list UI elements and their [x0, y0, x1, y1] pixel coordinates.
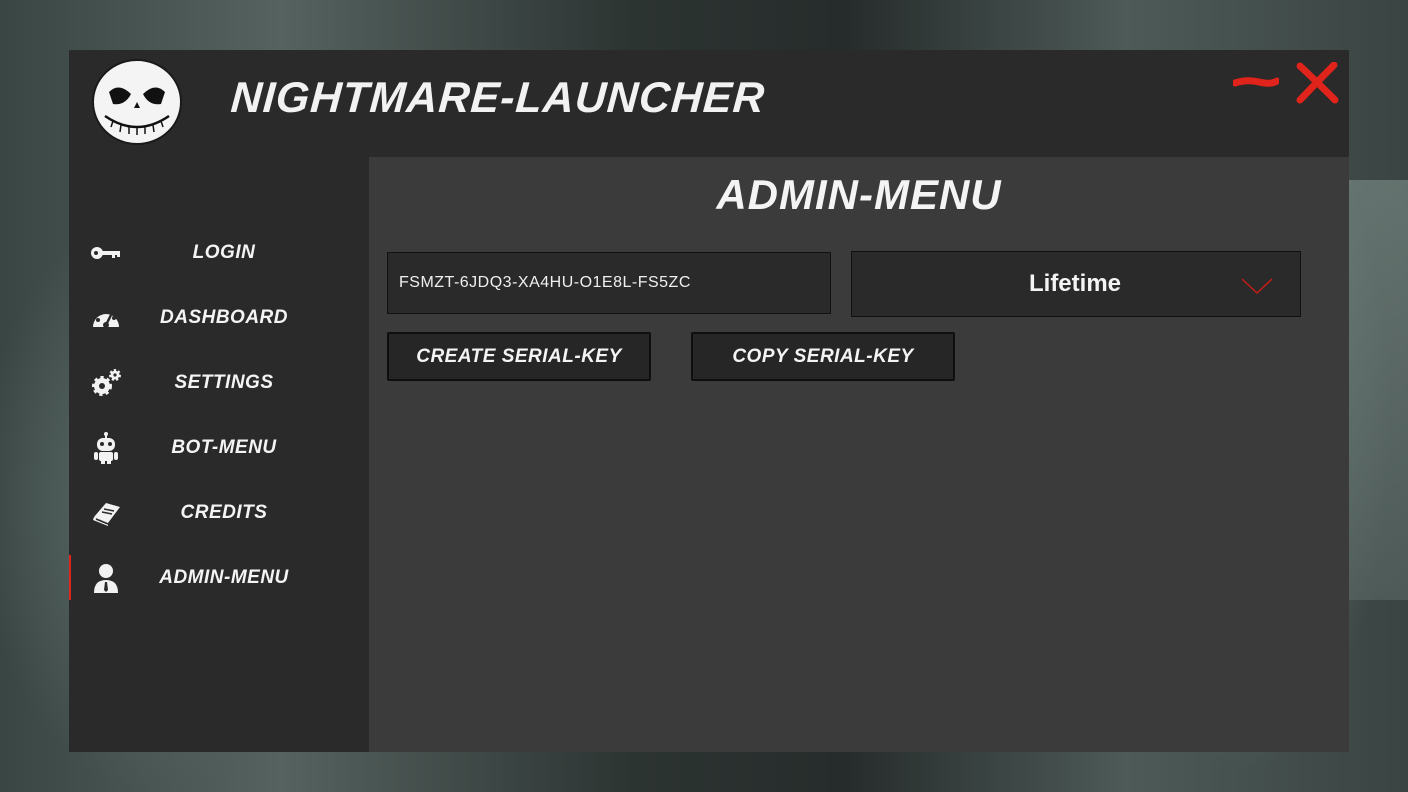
page-title: ADMIN-MENU	[716, 171, 1002, 218]
close-icon	[1296, 61, 1339, 104]
sidebar-item-label: SETTINGS	[174, 371, 274, 393]
user-icon	[89, 561, 123, 595]
sidebar-item-bot-menu[interactable]: BOT-MENU	[69, 415, 369, 480]
dashboard-icon	[89, 301, 123, 335]
sidebar-item-label: CREDITS	[180, 501, 268, 523]
key-icon	[89, 236, 123, 270]
sidebar-item-login[interactable]: LOGIN	[69, 220, 369, 285]
sidebar-item-label: BOT-MENU	[171, 436, 277, 458]
minimize-icon	[1231, 77, 1281, 87]
book-icon	[89, 496, 123, 530]
chevron-down-icon	[1240, 276, 1274, 296]
robot-icon	[89, 431, 123, 465]
sidebar: LOGIN DASHBOARD SETTINGS BOT-MENU CREDIT…	[69, 220, 369, 610]
serial-key-field[interactable]	[387, 252, 831, 314]
sidebar-item-credits[interactable]: CREDITS	[69, 480, 369, 545]
close-button[interactable]	[1295, 61, 1339, 104]
create-serial-key-button[interactable]: CREATE SERIAL-KEY	[387, 332, 651, 381]
sidebar-item-settings[interactable]: SETTINGS	[69, 350, 369, 415]
minimize-button[interactable]	[1231, 72, 1281, 94]
sidebar-item-admin-menu[interactable]: ADMIN-MENU	[69, 545, 369, 610]
admin-panel: ADMIN-MENU Lifetime CREATE SERIAL-KEY CO…	[369, 157, 1349, 752]
duration-selected-value: Lifetime	[1028, 270, 1121, 297]
gears-icon	[89, 366, 123, 400]
sidebar-item-label: DASHBOARD	[160, 306, 288, 328]
duration-dropdown[interactable]: Lifetime	[851, 251, 1301, 317]
app-title: NIGHTMARE-LAUNCHER	[229, 74, 767, 122]
copy-serial-key-button[interactable]: COPY SERIAL-KEY	[691, 332, 955, 381]
skull-logo-icon	[91, 58, 183, 150]
sidebar-item-label: LOGIN	[192, 241, 256, 263]
sidebar-item-label: ADMIN-MENU	[159, 566, 289, 588]
launcher-window: NIGHTMARE-LAUNCHER LOGIN DASHBOARD SETTI…	[69, 50, 1349, 752]
sidebar-item-dashboard[interactable]: DASHBOARD	[69, 285, 369, 350]
